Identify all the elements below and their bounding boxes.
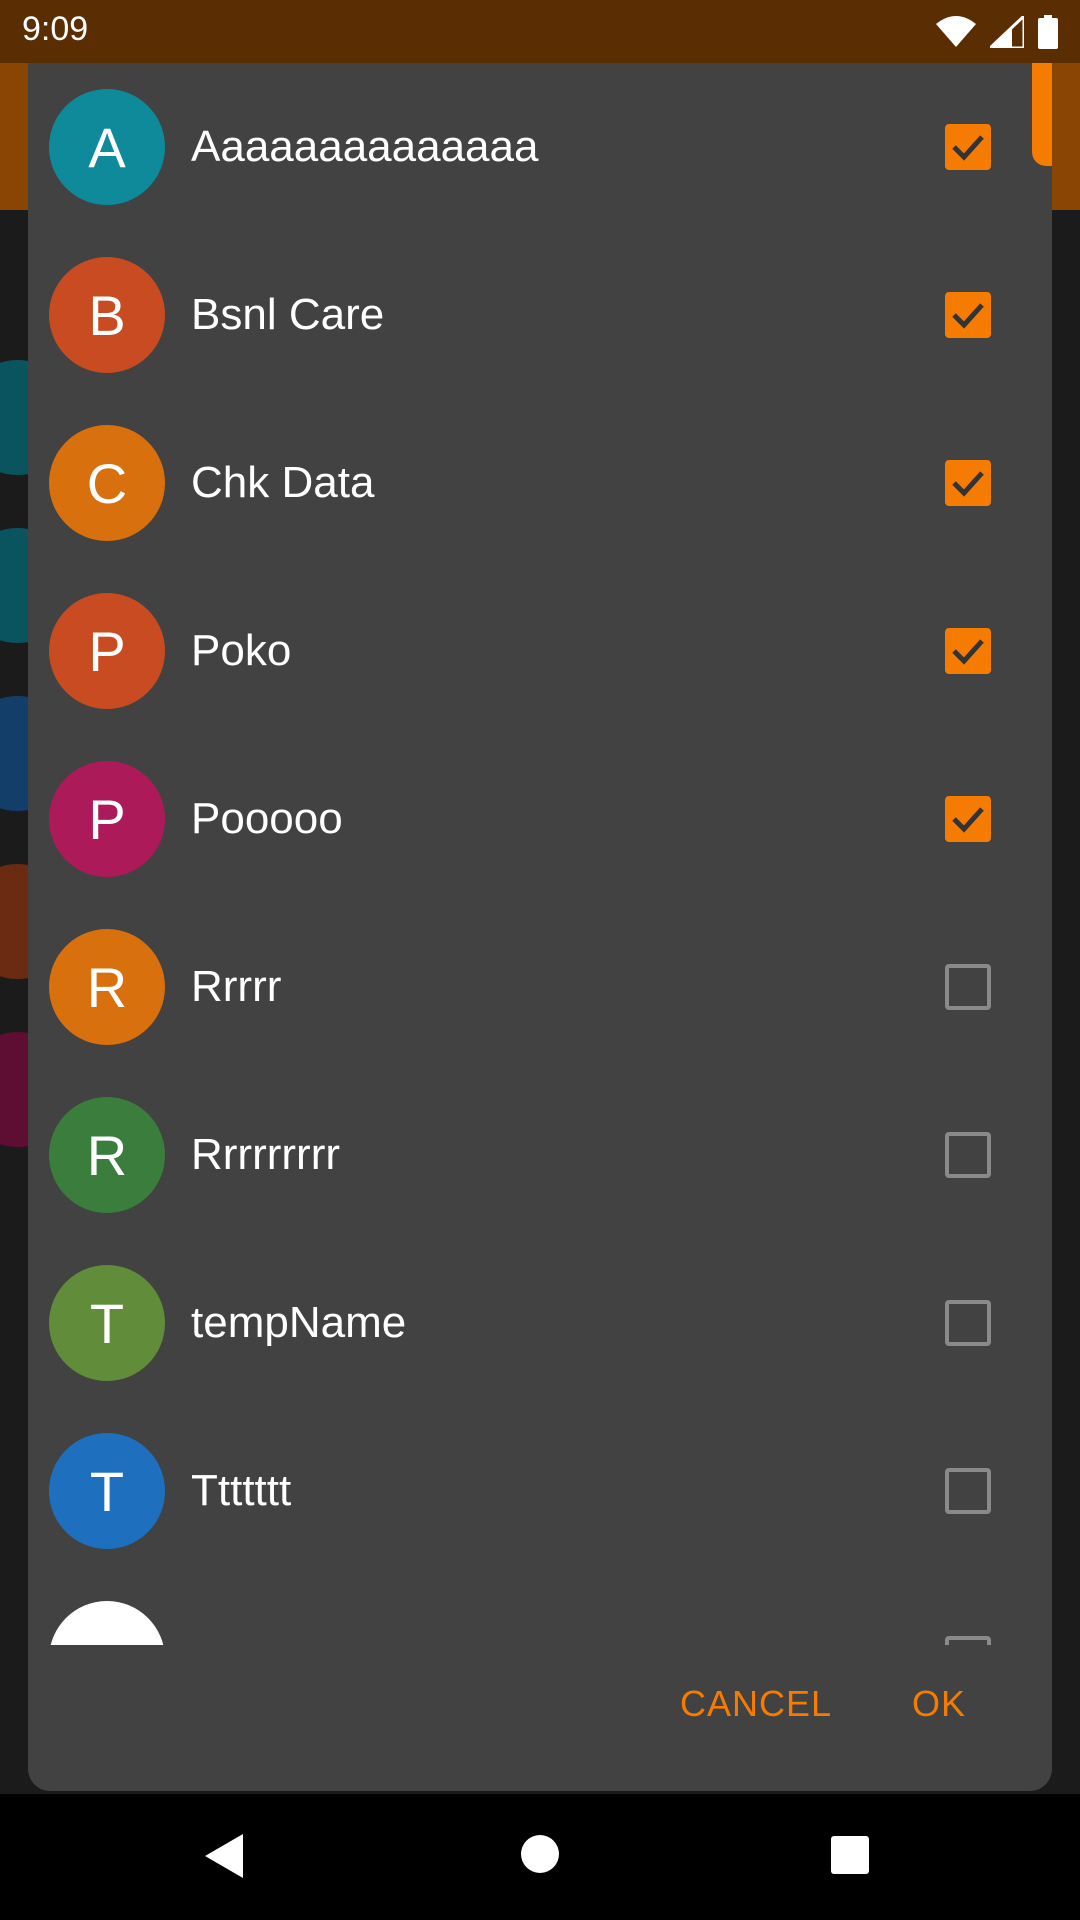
contact-checkbox[interactable] xyxy=(945,1132,991,1178)
status-icons xyxy=(936,14,1058,50)
checkmark-icon xyxy=(952,639,984,665)
contact-photo-avatar xyxy=(49,1601,165,1645)
checkmark-icon xyxy=(952,135,984,161)
contact-row-partial[interactable] xyxy=(28,1575,1052,1645)
contact-name: tempName xyxy=(191,1298,407,1347)
home-icon[interactable] xyxy=(520,1834,560,1874)
contact-checkbox[interactable] xyxy=(945,1300,991,1346)
contact-checkbox[interactable] xyxy=(945,124,991,170)
contact-avatar: B xyxy=(49,257,165,373)
checkmark-icon xyxy=(952,807,984,833)
contact-checkbox[interactable] xyxy=(945,796,991,842)
recents-icon[interactable] xyxy=(831,1836,869,1874)
contact-name: Aaaaaaaaaaaaaa xyxy=(191,122,539,171)
contact-row[interactable]: C Chk Data xyxy=(28,399,1052,567)
contact-avatar: P xyxy=(49,593,165,709)
ok-button[interactable]: OK xyxy=(912,1683,966,1725)
contact-checkbox[interactable] xyxy=(945,1636,991,1645)
contact-avatar: R xyxy=(49,1097,165,1213)
contact-avatar: A xyxy=(49,89,165,205)
contact-list[interactable]: A Aaaaaaaaaaaaaa B Bsnl Care C Chk Data P Poko P… xyxy=(28,63,1052,1645)
contact-row[interactable]: T Ttttttt xyxy=(28,1407,1052,1575)
contact-checkbox[interactable] xyxy=(945,460,991,506)
status-time: 9:09 xyxy=(22,10,89,48)
contact-row[interactable]: R Rrrrrrrrr xyxy=(28,1071,1052,1239)
contact-name: Rrrrr xyxy=(191,962,282,1011)
contact-avatar: T xyxy=(49,1265,165,1381)
checkmark-icon xyxy=(952,471,984,497)
contact-avatar: P xyxy=(49,761,165,877)
cellular-signal-icon xyxy=(990,16,1024,48)
wifi-icon xyxy=(936,16,976,47)
status-bar: 9:09 xyxy=(0,0,1080,63)
contact-row[interactable]: P Poko xyxy=(28,567,1052,735)
contact-checkbox[interactable] xyxy=(945,1468,991,1514)
contact-name: Chk Data xyxy=(191,458,375,507)
checkmark-icon xyxy=(952,303,984,329)
contact-avatar: C xyxy=(49,425,165,541)
contact-row[interactable]: R Rrrrr xyxy=(28,903,1052,1071)
contact-name: Ttttttt xyxy=(191,1466,292,1515)
contact-checkbox[interactable] xyxy=(945,964,991,1010)
scrollbar-thumb[interactable] xyxy=(1032,63,1052,166)
contact-row[interactable]: A Aaaaaaaaaaaaaa xyxy=(28,63,1052,231)
cancel-button[interactable]: CANCEL xyxy=(680,1683,832,1725)
contact-row[interactable]: P Pooooo xyxy=(28,735,1052,903)
contact-picker-dialog: A Aaaaaaaaaaaaaa B Bsnl Care C Chk Data P Poko P… xyxy=(28,63,1052,1791)
contact-row[interactable]: B Bsnl Care xyxy=(28,231,1052,399)
contact-avatar: R xyxy=(49,929,165,1045)
battery-icon xyxy=(1038,15,1058,49)
contact-checkbox[interactable] xyxy=(945,628,991,674)
navigation-bar xyxy=(0,1794,1080,1920)
contact-checkbox[interactable] xyxy=(945,292,991,338)
dialog-actions: CANCEL OK xyxy=(28,1645,1052,1791)
back-icon[interactable] xyxy=(205,1834,245,1878)
contact-name: Pooooo xyxy=(191,794,343,843)
contact-avatar: T xyxy=(49,1433,165,1549)
contact-name: Poko xyxy=(191,626,292,675)
contact-row[interactable]: TtempName xyxy=(28,1239,1052,1407)
contact-name: Bsnl Care xyxy=(191,290,385,339)
contact-name: Rrrrrrrrr xyxy=(191,1130,340,1179)
